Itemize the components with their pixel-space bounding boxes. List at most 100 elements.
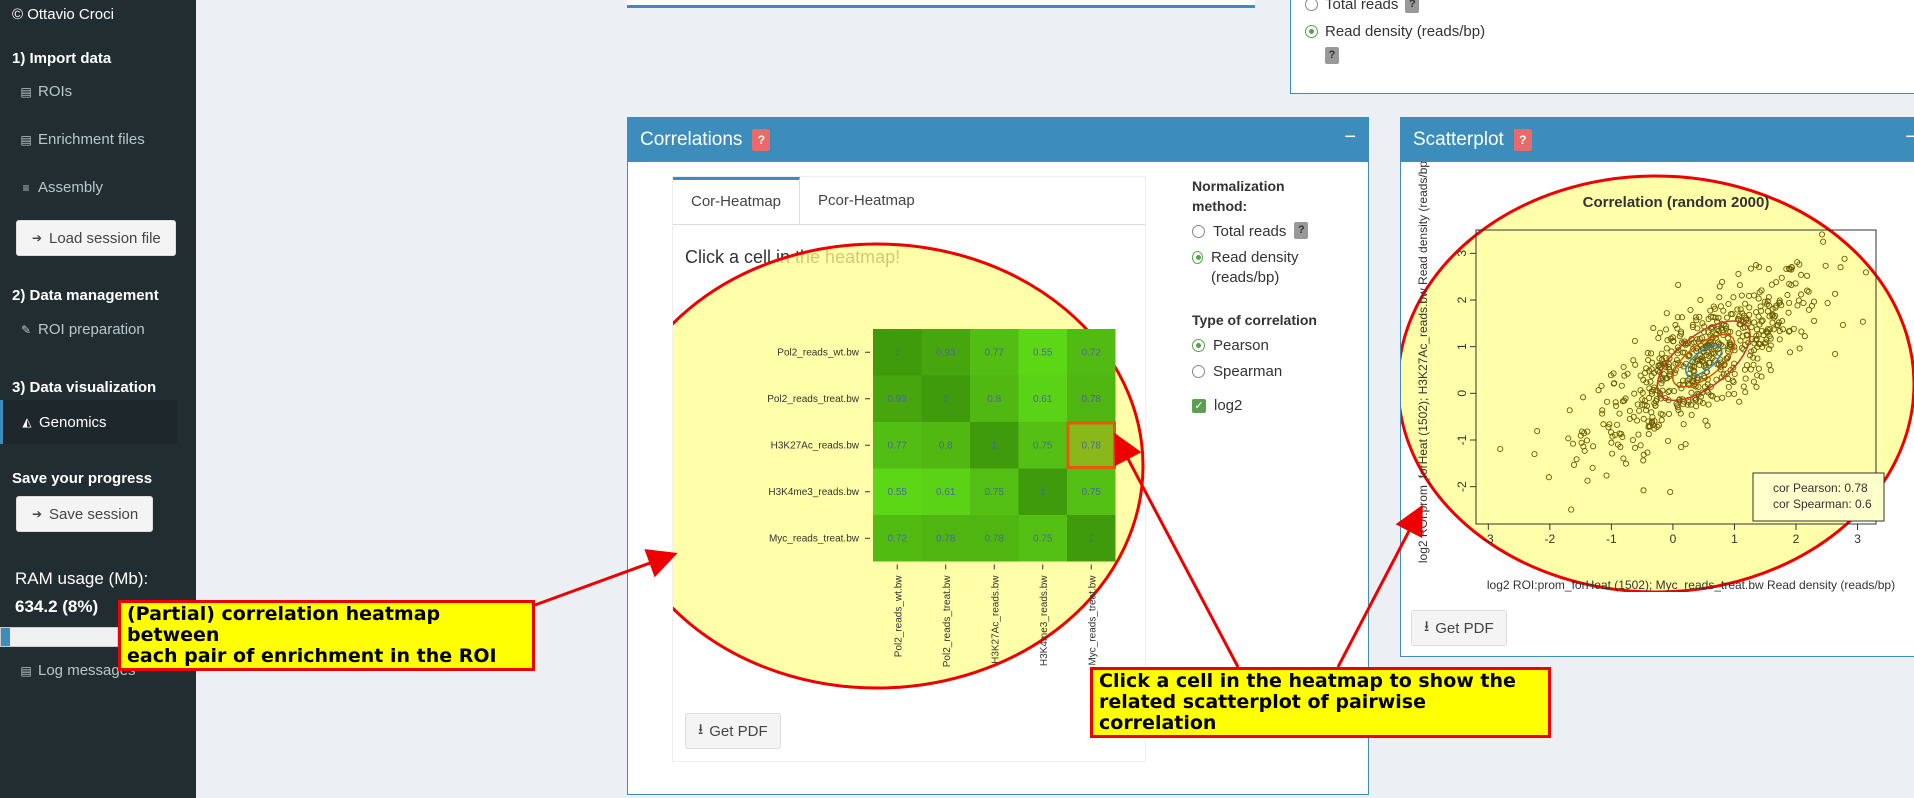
correlations-header: Correlations ? − [628,118,1368,162]
heatmap-cell-value: 0.61 [1033,394,1053,405]
option-log2[interactable]: ✓ log2 [1192,396,1342,416]
heatmap-cell-value: 1 [1088,533,1094,544]
correlation-options: Normalization method: Total reads? Read … [1192,176,1342,416]
heatmap-cell-value: 0.75 [1082,487,1102,498]
file-icon: ▤ [20,663,32,678]
tab-cor-heatmap[interactable]: Cor-Heatmap [673,177,801,224]
tab-pcor-heatmap[interactable]: Pcor-Heatmap [800,177,933,224]
heatmap-cell-value: 0.72 [888,533,908,544]
heatmap-col-label: Pol2_reads_wt.bw [893,575,904,657]
help-icon-density[interactable]: ? [1325,46,1339,64]
heatmap-cell-value: 1 [943,394,949,405]
heatmap-row-label: Myc_reads_treat.bw [769,533,860,544]
x-tick-label: 3 [1854,532,1861,546]
ram-progress-fill [1,628,11,646]
y-tick-label: -1 [1455,434,1469,445]
section-data-management: 2) Data management [12,287,159,304]
x-tick-label: 0 [1670,532,1677,546]
total-reads-label: Total reads [1325,0,1399,13]
get-pdf-button[interactable]: ⭳ Get PDF [1411,610,1507,646]
y-tick-label: 3 [1455,250,1469,257]
radio-norm-density[interactable] [1192,251,1203,264]
database-icon: ≡ [22,180,30,195]
sidebar-item-rois[interactable]: ▤ ROIs [20,83,72,100]
minimize-icon[interactable]: − [1344,126,1356,149]
heatmap-cell-value: 1 [1040,487,1046,498]
heatmap-col-label: H3K27Ac_reads.bw [990,575,1001,664]
sidebar-item-enrichment[interactable]: ▤ Enrichment files [20,131,144,148]
heatmap-cell-value: 0.55 [1033,347,1053,358]
get-pdf-label: Get PDF [1435,619,1494,637]
x-tick-label: 1 [1731,532,1738,546]
sidebar-item-label: Genomics [39,413,107,431]
heatmap-cell-value: 0.72 [1082,347,1102,358]
download-icon: ⭳ [698,720,704,738]
heatmap-cell-value: 0.75 [1033,440,1053,451]
tab-bar: Cor-Heatmap Pcor-Heatmap [673,177,1145,225]
copyright: © Ottavio Croci [12,6,114,23]
y-tick-label: 0 [1455,390,1469,397]
help-icon[interactable]: ? [752,129,771,151]
radio-spearman[interactable] [1192,365,1205,378]
wrench-icon: ✎ [20,322,32,337]
norm-density-label: Read density (reads/bp) [1211,249,1299,286]
load-session-button[interactable]: ➔ Load session file [16,220,176,256]
help-icon[interactable]: ? [1513,129,1532,151]
read-density-label: Read density (reads/bp) [1325,23,1486,40]
annotation-heatmap: (Partial) correlation heatmap between ea… [118,600,535,671]
log2-label: log2 [1214,397,1243,414]
ram-label: RAM usage (Mb): [15,569,149,588]
radio-total-reads[interactable] [1305,0,1318,11]
option-pearson[interactable]: Pearson [1192,336,1342,356]
sidebar: © Ottavio Croci 1) Import data ▤ ROIs ▤ En… [0,0,196,798]
option-norm-density[interactable]: Read density (reads/bp) [1192,248,1342,288]
y-tick-label: 2 [1455,296,1469,303]
x-tick-label: -2 [1545,532,1556,546]
scatterplot-header: Scatterplot ? − [1401,118,1914,162]
option-spearman[interactable]: Spearman [1192,362,1342,382]
heatmap-cell-value: 0.77 [888,440,908,451]
save-session-button[interactable]: ➔ Save session [16,496,154,532]
correlations-title: Correlations [640,129,743,150]
sidebar-item-label: ROIs [38,83,73,100]
option-norm-total[interactable]: Total reads? [1192,222,1342,242]
radio-norm-total[interactable] [1192,225,1205,238]
ram-progress-bar [0,627,118,647]
option-read-density[interactable]: Read density (reads/bp) [1305,23,1485,40]
heatmap-cell-value: 0.78 [936,533,956,544]
heatmap-cell-value: 0.93 [936,347,956,358]
checkbox-log2[interactable]: ✓ [1192,399,1206,413]
download-icon: ⭳ [1424,617,1430,635]
chart-title: Correlation (random 2000) [1583,194,1770,211]
help-icon[interactable]: ? [1405,0,1420,13]
option-total-reads[interactable]: Total reads ? [1305,0,1420,13]
heatmap-cell-value: 0.93 [888,394,908,405]
heatmap-cell-value: 1 [991,440,997,451]
minimize-icon[interactable]: − [1905,126,1914,149]
legend-entry: cor Spearman: 0.6 [1773,497,1872,511]
sidebar-item-assembly[interactable]: ≡ Assembly [20,179,103,196]
heatmap-row-label: H3K27Ac_reads.bw [771,440,860,451]
sidebar-item-roi-preparation[interactable]: ✎ ROI preparation [20,321,145,338]
sidebar-item-genomics[interactable]: ◭ Genomics [0,400,177,444]
x-tick-label: -1 [1606,532,1617,546]
heatmap-row-label: H3K4me3_reads.bw [768,487,859,498]
heatmap-col-label: Myc_reads_treat.bw [1087,575,1098,666]
heatmap-cell-value: 0.55 [888,487,908,498]
help-icon[interactable]: ? [1294,222,1309,239]
annotation-scatterplot: Click a cell in the heatmap to show the … [1090,667,1551,738]
heatmap-cell-value: 0.78 [1082,394,1102,405]
y-tick-label: -2 [1455,481,1469,492]
y-axis-label: log2 ROI:prom_forHeat (1502); H3K27Ac_re… [1416,162,1430,563]
section-save-progress: Save your progress [12,470,153,487]
save-session-label: Save session [49,505,139,523]
x-tick-label: 2 [1793,532,1800,546]
heatmap-cell-value: 0.78 [985,533,1005,544]
radio-read-density[interactable] [1305,25,1318,38]
norm-total-label: Total reads [1213,223,1287,240]
get-pdf-label: Get PDF [709,722,768,740]
radio-pearson[interactable] [1192,339,1205,352]
section-import-data: 1) Import data [12,50,112,67]
get-pdf-button[interactable]: ⭳ Get PDF [685,713,781,749]
sidebar-item-label: Assembly [38,179,104,196]
